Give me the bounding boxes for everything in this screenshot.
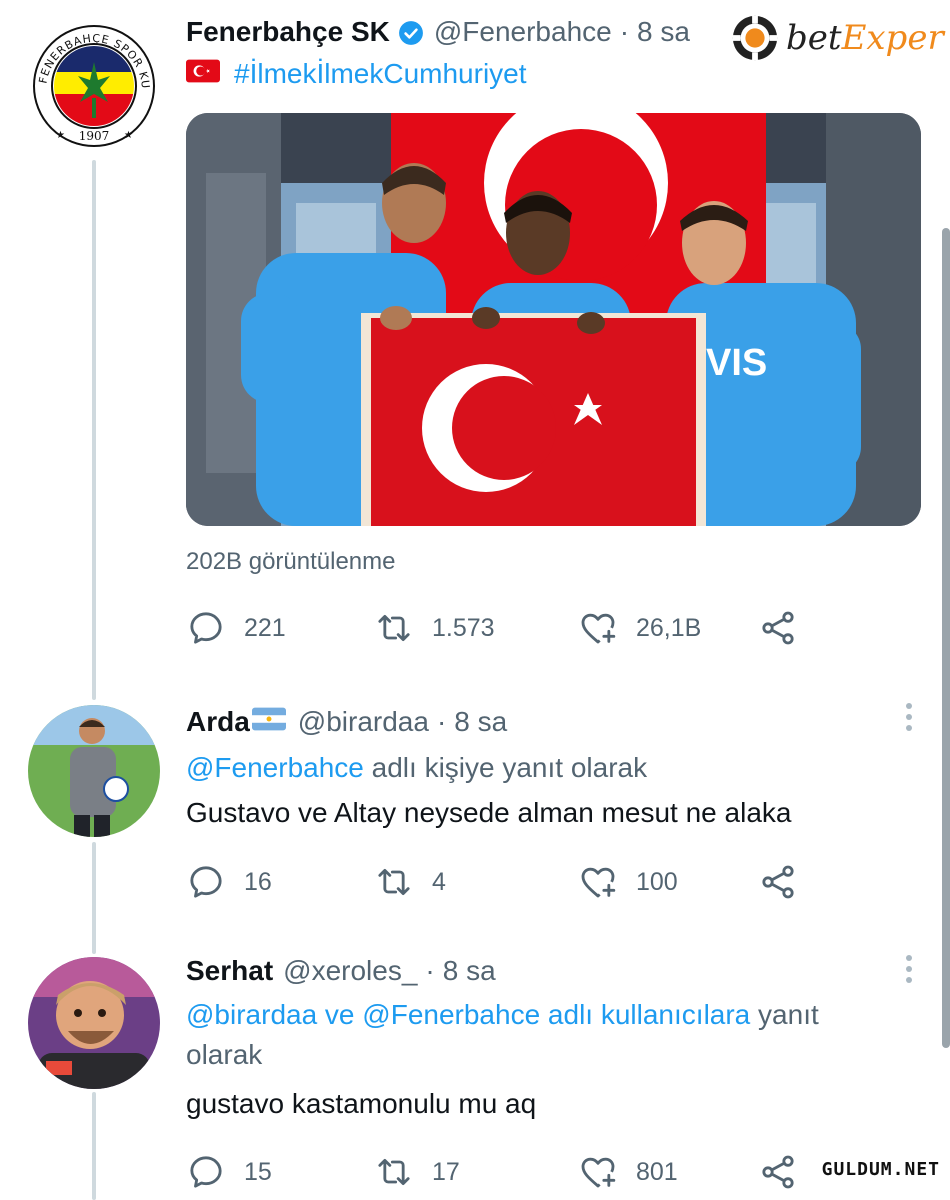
retweet-icon — [378, 868, 410, 896]
reply-button[interactable]: 16 — [186, 860, 272, 904]
reply-1-actions: 16 4 100 — [186, 860, 806, 904]
reply-to-suffix: adlı kişiye yanıt olarak — [363, 752, 648, 783]
reply-icon — [190, 612, 222, 644]
share-icon — [762, 1155, 794, 1189]
reply-2-text: gustavo kastamonulu mu aq — [186, 1088, 537, 1119]
like-button[interactable]: 801 — [578, 1150, 678, 1194]
retweet-icon — [378, 614, 410, 642]
reply-button[interactable]: 221 — [186, 606, 286, 650]
view-count: 202B görüntülenme — [186, 548, 396, 575]
retweet-button[interactable]: 1.573 — [374, 606, 495, 650]
like-button[interactable]: 100 — [578, 860, 678, 904]
like-count: 26,1B — [636, 613, 702, 642]
fenerbahce-avatar[interactable]: FENERBAHÇE SPOR KULÜBÜ 1907 ★ ★ — [28, 20, 160, 152]
reply-button[interactable]: 15 — [186, 1150, 272, 1194]
reply-count: 16 — [244, 867, 272, 896]
reply-tweet-1: Arda @birardaa · 8 sa @Fenerbahce adlı k… — [186, 704, 930, 832]
author-handle[interactable]: @birardaa — [298, 704, 429, 740]
reply-icon — [190, 1156, 222, 1188]
hashtag-link[interactable]: #İlmekİlmekCumhuriyet — [234, 58, 527, 90]
author-handle[interactable]: @xeroles_ — [283, 953, 417, 989]
reply-count: 221 — [244, 613, 286, 642]
retweet-button[interactable]: 17 — [374, 1150, 460, 1194]
main-tweet-actions: 221 1.573 26,1B — [186, 606, 806, 650]
svg-text:★: ★ — [124, 130, 133, 141]
reply-icon — [190, 866, 222, 898]
retweet-count: 4 — [432, 867, 446, 896]
serhat-avatar[interactable] — [28, 957, 160, 1089]
separator-dot: · — [425, 955, 435, 986]
share-button[interactable] — [758, 860, 798, 904]
retweet-count: 1.573 — [432, 613, 495, 642]
like-count: 100 — [636, 867, 678, 896]
more-options-icon[interactable] — [904, 703, 914, 731]
poker-chip-icon — [732, 15, 778, 61]
author-handle[interactable]: @Fenerbahce — [434, 14, 612, 50]
arda-avatar[interactable] — [28, 705, 160, 837]
retweet-button[interactable]: 4 — [374, 860, 446, 904]
reply-1-text: Gustavo ve Altay neysede alman mesut ne … — [186, 797, 792, 828]
betexper-logo: betExper — [730, 8, 945, 68]
share-icon — [762, 611, 794, 645]
verified-badge-icon — [398, 19, 424, 45]
reply-count: 15 — [244, 1157, 272, 1186]
like-count: 801 — [636, 1157, 678, 1186]
svg-text:★: ★ — [56, 130, 65, 141]
thread-line-main — [92, 160, 96, 700]
replying-to: @Fenerbahce adlı kişiye yanıt olarak — [186, 748, 930, 788]
reply-tweet-2: Serhat @xeroles_ · 8 sa @birardaa ve @Fe… — [186, 953, 930, 1123]
scrollbar[interactable] — [942, 228, 950, 1048]
author-name[interactable]: Serhat — [186, 953, 273, 989]
thread-line-reply1 — [92, 842, 96, 954]
author-name[interactable]: Fenerbahçe SK — [186, 14, 390, 50]
tweet-time[interactable]: 8 sa — [454, 704, 507, 740]
tweet-media-image[interactable]: VIS — [186, 113, 921, 526]
heart-plus-icon — [581, 613, 616, 644]
retweet-icon — [378, 1158, 410, 1186]
retweet-count: 17 — [432, 1157, 460, 1186]
reply-1-header: Arda @birardaa · 8 sa — [186, 704, 930, 740]
thread-line-reply2 — [92, 1092, 96, 1200]
separator-dot: · — [436, 706, 447, 737]
separator-dot: · — [619, 16, 630, 47]
argentina-flag-emoji-icon — [251, 704, 286, 740]
reply-to-link[interactable]: @Fenerbahce — [186, 752, 364, 783]
reply-2-actions: 15 17 801 — [186, 1150, 806, 1194]
watermark: GULDUM.NET — [815, 1157, 946, 1182]
more-options-icon[interactable] — [904, 955, 914, 983]
replying-to: @birardaa ve @Fenerbahce adlı kullanıcıl… — [186, 995, 886, 1075]
tweet-time[interactable]: 8 sa — [637, 14, 690, 50]
share-button[interactable] — [758, 1150, 798, 1194]
heart-plus-icon — [581, 867, 616, 898]
author-name[interactable]: Arda — [186, 704, 250, 740]
tweet-time[interactable]: 8 sa — [443, 953, 496, 989]
jersey-sponsor-text: VIS — [706, 342, 767, 384]
like-button[interactable]: 26,1B — [578, 606, 701, 650]
reply-to-link[interactable]: @birardaa ve @Fenerbahce adlı kullanıcıl… — [186, 999, 750, 1030]
turkey-flag-emoji-icon — [186, 58, 220, 90]
heart-plus-icon — [581, 1157, 616, 1188]
share-button[interactable] — [758, 606, 798, 650]
reply-2-header: Serhat @xeroles_ · 8 sa — [186, 953, 930, 989]
share-icon — [762, 865, 794, 899]
logo-year: 1907 — [79, 129, 110, 143]
